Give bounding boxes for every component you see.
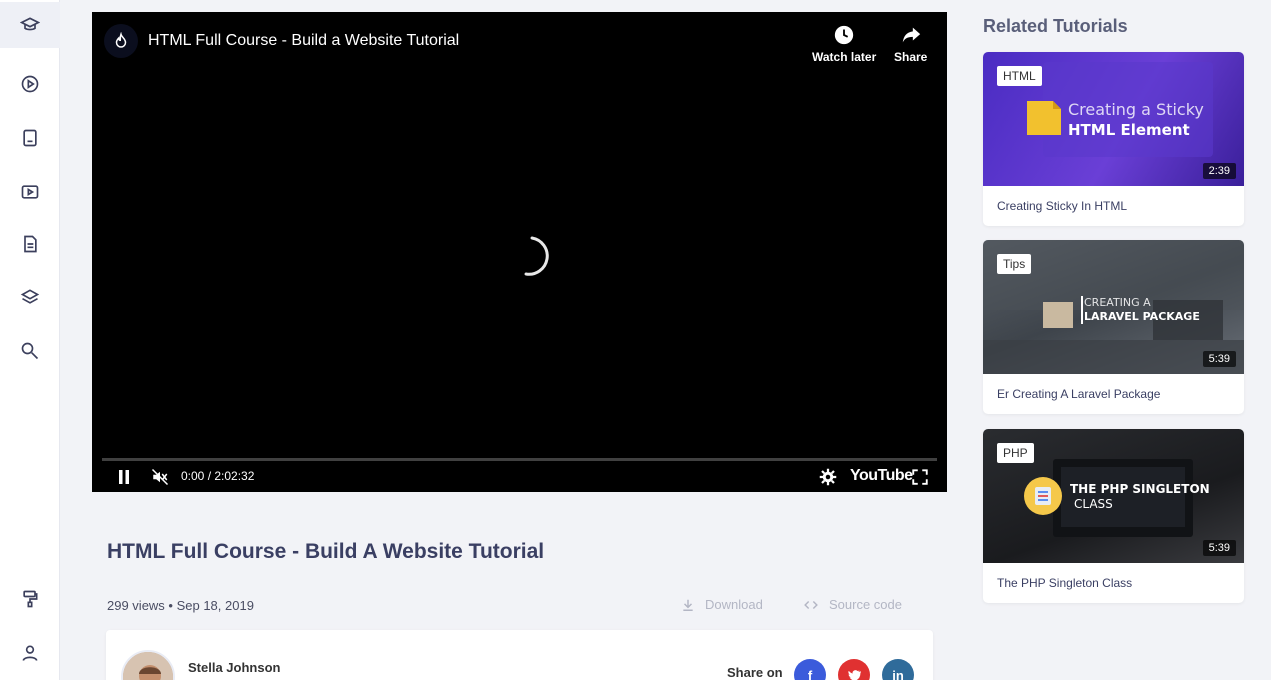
watch-later-label: Watch later (812, 50, 877, 64)
progress-bar[interactable] (102, 458, 937, 461)
card-title[interactable]: Creating Sticky In HTML (997, 199, 1127, 213)
sidebar-item-articles[interactable] (0, 221, 60, 267)
twitter-share-button[interactable] (838, 659, 870, 680)
author-name[interactable]: Stella Johnson (188, 660, 280, 675)
twitter-icon (848, 670, 861, 680)
card-title[interactable]: The PHP Singleton Class (997, 576, 1132, 590)
share-arrow-icon (902, 27, 920, 43)
thumbnail-line-2: HTML Element (1068, 121, 1190, 139)
sidebar-item-profile[interactable] (0, 630, 60, 676)
book-icon (23, 129, 37, 147)
layers-icon (20, 289, 40, 304)
duration-badge: 2:39 (1202, 163, 1236, 179)
thumbnail-line-1: CREATING A (1084, 296, 1151, 309)
search-icon (21, 342, 39, 360)
page-title: HTML Full Course - Build A Website Tutor… (107, 540, 545, 563)
related-card[interactable]: THE PHP SINGLETON CLASS PHP 5:39 The PHP… (983, 429, 1244, 603)
card-thumbnail[interactable]: THE PHP SINGLETON CLASS PHP 5:39 (983, 429, 1244, 563)
channel-logo[interactable] (104, 24, 138, 58)
share-on-label: Share on (727, 665, 783, 680)
fullscreen-icon[interactable] (911, 468, 929, 486)
linkedin-icon: in (892, 667, 904, 680)
download-button[interactable]: Download (681, 597, 763, 612)
settings-gear-icon[interactable] (819, 468, 837, 486)
sidebar-item-courses[interactable] (0, 2, 60, 48)
card-thumbnail[interactable]: CREATING A LARAVEL PACKAGE Tips 5:39 (983, 240, 1244, 374)
download-icon (683, 599, 693, 611)
card-thumbnail[interactable]: Creating a Sticky HTML Element HTML 2:39 (983, 52, 1244, 186)
sidebar (0, 0, 60, 680)
graduation-cap-icon (20, 17, 40, 31)
sidebar-item-tutorials[interactable] (0, 169, 60, 215)
player-title[interactable]: HTML Full Course - Build a Website Tutor… (148, 32, 459, 50)
thumbnail-line-1: THE PHP SINGLETON (1070, 482, 1210, 496)
video-player[interactable]: HTML Full Course - Build a Website Tutor… (92, 12, 947, 492)
category-tag[interactable]: PHP (997, 443, 1034, 463)
mute-icon[interactable] (149, 468, 171, 486)
card-title[interactable]: Er Creating A Laravel Package (997, 387, 1160, 401)
facebook-share-button[interactable]: f (794, 659, 826, 680)
play-circle-icon (21, 75, 39, 93)
sidebar-item-videos[interactable] (0, 61, 60, 107)
share-label: Share (894, 50, 928, 64)
video-icon (21, 185, 39, 199)
linkedin-share-button[interactable]: in (882, 659, 914, 680)
loading-spinner-icon (524, 236, 549, 276)
facebook-icon: f (807, 667, 813, 680)
duration-badge: 5:39 (1202, 540, 1236, 556)
pause-icon[interactable] (116, 468, 132, 486)
paint-roller-icon (23, 590, 38, 608)
avatar[interactable] (121, 650, 175, 680)
share-button[interactable]: Share (894, 24, 927, 64)
code-icon (804, 600, 818, 609)
related-card[interactable]: CREATING A LARAVEL PACKAGE Tips 5:39 Er … (983, 240, 1244, 414)
duration-badge: 5:39 (1202, 351, 1236, 367)
sidebar-item-design[interactable] (0, 576, 60, 622)
fire-icon (115, 32, 127, 48)
download-label: Download (705, 597, 763, 612)
thumbnail-line-2: LARAVEL PACKAGE (1084, 310, 1200, 323)
source-code-button[interactable]: Source code (803, 597, 902, 612)
sidebar-item-books[interactable] (0, 115, 60, 161)
sidebar-item-search[interactable] (0, 328, 60, 374)
time-display: 0:00 / 2:02:32 (181, 469, 255, 483)
related-heading: Related Tutorials (983, 16, 1128, 36)
user-icon (22, 645, 38, 661)
thumbnail-line-2: CLASS (1074, 497, 1113, 511)
category-tag[interactable]: Tips (997, 254, 1032, 274)
document-icon (24, 235, 37, 253)
sidebar-item-stacks[interactable] (0, 274, 60, 320)
related-card[interactable]: Creating a Sticky HTML Element HTML 2:39… (983, 52, 1244, 226)
avatar-portrait (123, 652, 173, 680)
watch-later-button[interactable]: Watch later (812, 24, 876, 64)
clock-icon (834, 25, 854, 45)
source-code-label: Source code (829, 597, 902, 612)
thumbnail-line-1: Creating a Sticky (1068, 100, 1204, 119)
video-meta: 299 views • Sep 18, 2019 (107, 598, 254, 613)
youtube-logo[interactable]: YouTube (850, 467, 913, 485)
category-tag[interactable]: HTML (997, 66, 1042, 86)
author-card: Stella Johnson Share on f in (106, 630, 933, 680)
